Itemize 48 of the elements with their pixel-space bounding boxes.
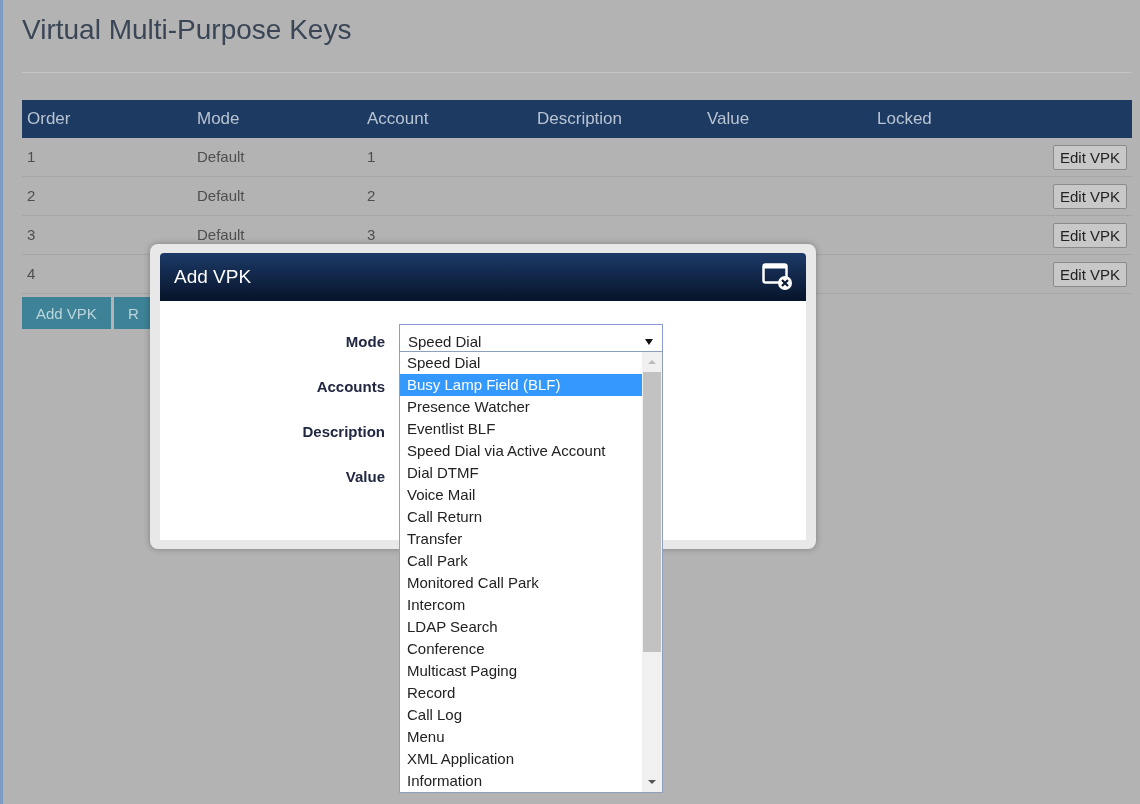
dropdown-option[interactable]: Menu <box>400 726 642 748</box>
table-cell: 3 <box>367 226 376 243</box>
table-cell: 1 <box>367 148 376 165</box>
table-cell: 2 <box>367 187 376 204</box>
close-icon[interactable] <box>762 263 792 291</box>
dropdown-option[interactable]: Conference <box>400 638 642 660</box>
dropdown-option[interactable]: Dial DTMF <box>400 462 642 484</box>
table-cell: Default <box>197 226 245 243</box>
column-header: Order <box>27 109 72 129</box>
edit-vpk-button[interactable]: Edit VPK <box>1052 183 1127 209</box>
dropdown-option[interactable]: Monitored Call Park <box>400 572 642 594</box>
column-header: Account <box>367 109 430 129</box>
dropdown-option[interactable]: Voice Mail <box>400 484 642 506</box>
field-label: Description <box>301 423 385 440</box>
dropdown-option[interactable]: Speed Dial via Active Account <box>400 440 642 462</box>
field-label: Value <box>344 468 385 485</box>
scrollbar[interactable] <box>642 352 662 792</box>
dropdown-option[interactable]: Eventlist BLF <box>400 418 642 440</box>
dropdown-option[interactable]: XML Application <box>400 748 642 770</box>
dropdown-option[interactable]: LDAP Search <box>400 616 642 638</box>
column-header: Mode <box>197 109 241 129</box>
field-label: Mode <box>344 333 385 350</box>
dropdown-option[interactable]: Call Log <box>400 704 642 726</box>
edit-vpk-button[interactable]: Edit VPK <box>1052 144 1127 170</box>
dialog-title: Add VPK <box>174 266 252 288</box>
table-cell: Default <box>197 187 245 204</box>
table-cell: 3 <box>27 226 36 243</box>
dropdown-option[interactable]: Intercom <box>400 594 642 616</box>
scroll-down-icon[interactable] <box>647 778 657 786</box>
table-cell: 1 <box>27 148 36 165</box>
edit-vpk-button[interactable]: Edit VPK <box>1052 222 1127 248</box>
dropdown-option[interactable]: Information <box>400 770 642 792</box>
table-cell: Default <box>197 148 245 165</box>
dropdown-option[interactable]: Call Return <box>400 506 642 528</box>
dropdown-option[interactable]: Transfer <box>400 528 642 550</box>
dropdown-option[interactable]: Presence Watcher <box>400 396 642 418</box>
column-header: Locked <box>877 109 933 129</box>
column-header: Description <box>537 109 624 129</box>
column-header: Value <box>707 109 751 129</box>
field-label: Accounts <box>315 378 385 395</box>
caret-icon <box>644 337 654 346</box>
dropdown-option[interactable]: Record <box>400 682 642 704</box>
dropdown-option[interactable]: Multicast Paging <box>400 660 642 682</box>
edit-vpk-button[interactable]: Edit VPK <box>1052 261 1127 287</box>
dropdown-option[interactable]: Call Park <box>400 550 642 572</box>
table-cell: 4 <box>27 265 36 282</box>
page-title: Virtual Multi-Purpose Keys <box>22 14 353 47</box>
table-cell: 2 <box>27 187 36 204</box>
